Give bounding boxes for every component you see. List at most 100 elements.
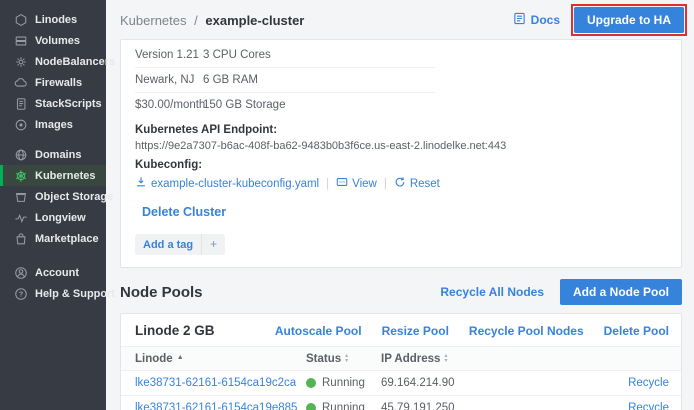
- ip-address: 69.164.214.90: [381, 377, 613, 389]
- sidebar-item-label: Firewalls: [35, 77, 82, 89]
- recycle-node-button[interactable]: Recycle: [628, 402, 669, 410]
- table-row: lke38731-62161-6154ca19e885 Running 45.7…: [121, 396, 681, 410]
- kubeconfig-reset-link[interactable]: Reset: [394, 176, 440, 191]
- status-running-dot: [306, 403, 316, 410]
- spec-storage: 150 GB Storage: [203, 99, 285, 111]
- node-link[interactable]: lke38731-62161-6154ca19e885: [135, 402, 306, 410]
- api-endpoint-value: https://9e2a7307-b6ac-408f-ba62-9483b0b3…: [135, 140, 667, 152]
- resize-pool-button[interactable]: Resize Pool: [382, 324, 449, 338]
- sidebar-item-volumes[interactable]: Volumes: [0, 30, 106, 51]
- spec-row: Version 1.21 3 CPU Cores: [135, 43, 435, 68]
- recycle-node-button[interactable]: Recycle: [628, 377, 669, 389]
- node-pools-header: Node Pools Recycle All Nodes Add a Node …: [120, 279, 682, 305]
- volumes-icon: [13, 33, 28, 48]
- docs-label: Docs: [531, 13, 560, 27]
- nodebalancers-icon: [13, 54, 28, 69]
- page-header: Kubernetes / example-cluster Docs Upgrad…: [106, 0, 694, 39]
- recycle-all-nodes-button[interactable]: Recycle All Nodes: [440, 285, 544, 299]
- linode-icon: [13, 12, 28, 27]
- pool-name: Linode 2 GB: [135, 323, 215, 338]
- sidebar-item-label: Linodes: [35, 14, 77, 26]
- spec-version: Version 1.21: [135, 49, 203, 61]
- reset-icon: [394, 176, 406, 191]
- column-label: IP Address: [381, 353, 440, 365]
- pool-header: Linode 2 GB Autoscale Pool Resize Pool R…: [121, 314, 681, 346]
- sidebar-item-label: Account: [35, 267, 79, 279]
- sidebar-item-longview[interactable]: Longview: [0, 207, 106, 228]
- column-header-linode[interactable]: Linode ▲: [135, 353, 306, 365]
- images-icon: [13, 117, 28, 132]
- sidebar-item-linodes[interactable]: Linodes: [0, 9, 106, 30]
- reset-label: Reset: [410, 178, 440, 190]
- add-tag-button[interactable]: Add a tag +: [135, 234, 225, 255]
- separator: |: [384, 178, 387, 190]
- add-node-pool-button[interactable]: Add a Node Pool: [560, 279, 682, 305]
- sidebar-item-help-support[interactable]: ? Help & Support: [0, 283, 106, 304]
- sidebar-item-account[interactable]: Account: [0, 262, 106, 283]
- svg-text:?: ?: [18, 289, 23, 298]
- sidebar-section-gap: [0, 249, 106, 262]
- add-tag-label: Add a tag: [135, 235, 201, 255]
- column-label: Status: [306, 353, 341, 365]
- spec-price: $30.00/month: [135, 99, 203, 111]
- pool-actions: Autoscale Pool Resize Pool Recycle Pool …: [275, 324, 669, 338]
- sidebar-item-label: Longview: [35, 212, 86, 224]
- sort-icon: ▴▾: [444, 354, 447, 364]
- kubeconfig-filename: example-cluster-kubeconfig.yaml: [151, 178, 319, 190]
- sidebar: Linodes Volumes NodeBalancers Firewalls …: [0, 0, 106, 410]
- status-running-dot: [306, 378, 316, 388]
- table-row: lke38731-62161-6154ca19c2ca Running 69.1…: [121, 371, 681, 396]
- kubernetes-icon: [13, 168, 28, 183]
- sidebar-item-nodebalancers[interactable]: NodeBalancers: [0, 51, 106, 72]
- sidebar-item-label: Images: [35, 119, 73, 131]
- view-icon: [336, 176, 348, 191]
- column-header-status[interactable]: Status ▴▾: [306, 353, 381, 365]
- sort-icon: ▴▾: [345, 354, 348, 364]
- node-pool-card: Linode 2 GB Autoscale Pool Resize Pool R…: [120, 313, 682, 410]
- sidebar-item-label: Object Storage: [35, 191, 113, 203]
- api-endpoint-label: Kubernetes API Endpoint:: [135, 124, 667, 136]
- spec-cpu: 3 CPU Cores: [203, 49, 271, 61]
- sidebar-item-label: Marketplace: [35, 233, 99, 245]
- sidebar-item-domains[interactable]: Domains: [0, 144, 106, 165]
- breadcrumb: Kubernetes / example-cluster: [120, 13, 304, 28]
- status-cell: Running: [306, 377, 381, 389]
- column-header-ip-address[interactable]: IP Address ▴▾: [381, 353, 613, 365]
- account-icon: [13, 265, 28, 280]
- spec-row: Newark, NJ 6 GB RAM: [135, 68, 435, 93]
- header-actions: Docs Upgrade to HA: [513, 7, 684, 33]
- sidebar-item-images[interactable]: Images: [0, 114, 106, 135]
- status-label: Running: [322, 377, 365, 389]
- firewalls-icon: [13, 75, 28, 90]
- node-link[interactable]: lke38731-62161-6154ca19c2ca: [135, 377, 306, 389]
- longview-icon: [13, 210, 28, 225]
- recycle-pool-nodes-button[interactable]: Recycle Pool Nodes: [469, 324, 584, 338]
- sidebar-item-label: StackScripts: [35, 98, 102, 110]
- sidebar-item-kubernetes[interactable]: Kubernetes: [0, 165, 106, 186]
- breadcrumb-kubernetes[interactable]: Kubernetes: [120, 13, 187, 28]
- delete-pool-button[interactable]: Delete Pool: [604, 324, 669, 338]
- click-annotation: Upgrade to HA: [574, 7, 684, 33]
- kubeconfig-label: Kubeconfig:: [135, 159, 667, 171]
- cluster-summary-card: Version 1.21 3 CPU Cores Newark, NJ 6 GB…: [120, 39, 682, 268]
- status-cell: Running: [306, 402, 381, 410]
- sidebar-item-firewalls[interactable]: Firewalls: [0, 72, 106, 93]
- main-content: Kubernetes / example-cluster Docs Upgrad…: [106, 0, 694, 410]
- kubeconfig-view-link[interactable]: View: [336, 176, 377, 191]
- column-label: Linode: [135, 353, 173, 365]
- sidebar-section-gap: [0, 135, 106, 144]
- docs-link[interactable]: Docs: [513, 12, 560, 28]
- sidebar-item-stackscripts[interactable]: StackScripts: [0, 93, 106, 114]
- upgrade-to-ha-button[interactable]: Upgrade to HA: [574, 7, 684, 33]
- spec-row: $30.00/month 150 GB Storage: [135, 93, 435, 117]
- sidebar-item-object-storage[interactable]: Object Storage: [0, 186, 106, 207]
- delete-cluster-button[interactable]: Delete Cluster: [142, 205, 226, 219]
- cluster-specs: Version 1.21 3 CPU Cores Newark, NJ 6 GB…: [135, 43, 435, 117]
- status-label: Running: [322, 402, 365, 410]
- sidebar-item-marketplace[interactable]: Marketplace: [0, 228, 106, 249]
- spec-region: Newark, NJ: [135, 74, 203, 86]
- node-pools-title: Node Pools: [120, 284, 203, 301]
- sidebar-item-label: Help & Support: [35, 288, 115, 300]
- kubeconfig-download-link[interactable]: example-cluster-kubeconfig.yaml: [135, 176, 319, 191]
- autoscale-pool-button[interactable]: Autoscale Pool: [275, 324, 362, 338]
